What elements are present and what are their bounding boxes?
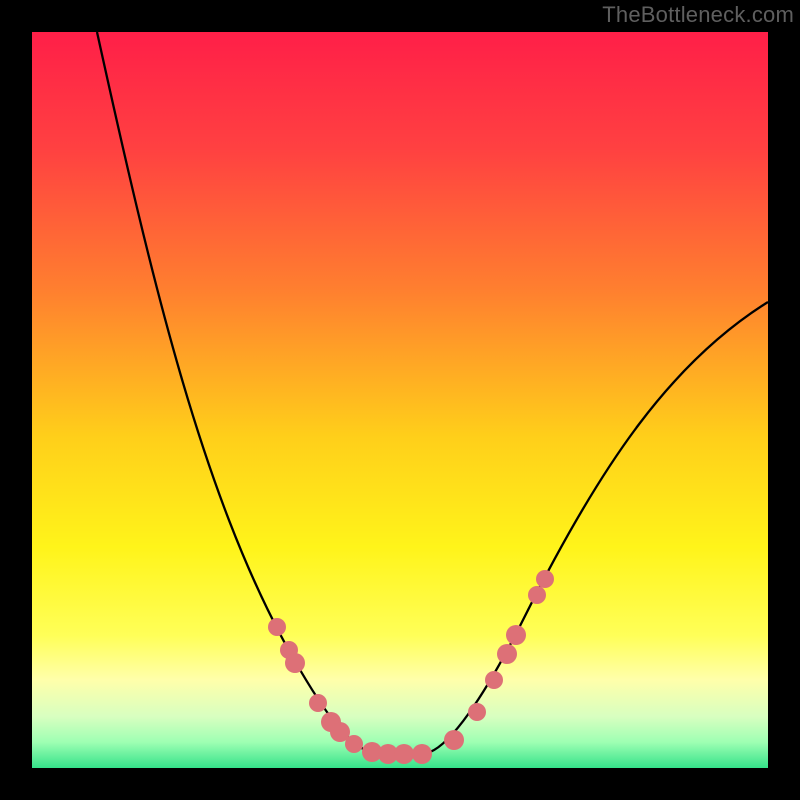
- sample-dot: [309, 694, 327, 712]
- sample-dot: [528, 586, 546, 604]
- sample-dot: [285, 653, 305, 673]
- sample-dot: [536, 570, 554, 588]
- sample-dot: [485, 671, 503, 689]
- sample-dot: [506, 625, 526, 645]
- plot-area: [32, 32, 768, 768]
- sample-dot: [268, 618, 286, 636]
- chart-frame: TheBottleneck.com: [0, 0, 800, 800]
- sample-dot: [394, 744, 414, 764]
- watermark-text: TheBottleneck.com: [602, 2, 794, 28]
- bottleneck-curve: [97, 32, 768, 752]
- sample-dot: [412, 744, 432, 764]
- sample-dot: [444, 730, 464, 750]
- sample-dot: [345, 735, 363, 753]
- curve-layer: [32, 32, 768, 768]
- sample-dot: [468, 703, 486, 721]
- sample-dot: [497, 644, 517, 664]
